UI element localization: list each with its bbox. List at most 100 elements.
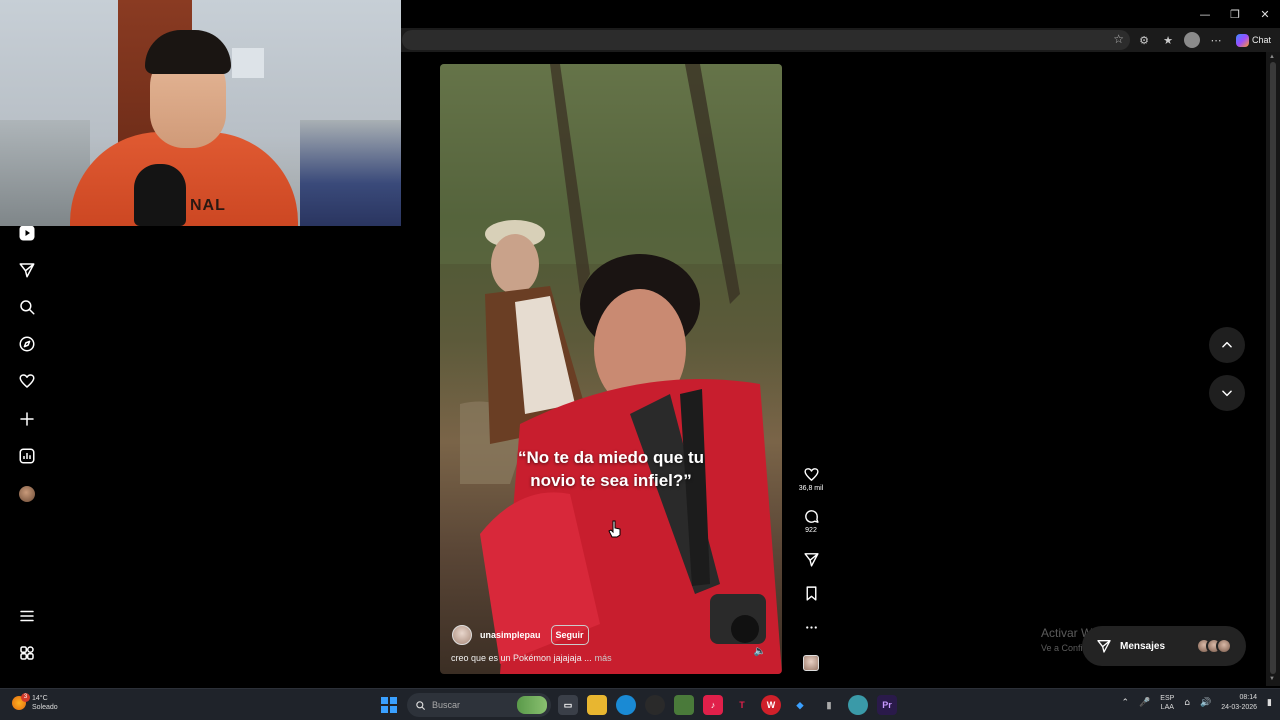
nav-messages[interactable] — [17, 260, 37, 280]
webcam-shirt-text: NAL — [190, 197, 226, 214]
restore-button[interactable]: ❐ — [1220, 0, 1250, 28]
taskbar-apps: ▭ ♪ T W ◆ ▮ Pr — [558, 695, 897, 715]
network-icon[interactable]: ⌂ — [1184, 698, 1190, 708]
chevron-down-icon — [1222, 390, 1232, 397]
reel-more-link[interactable]: más — [595, 653, 612, 663]
more-options-icon[interactable]: ⋯ — [1208, 32, 1224, 48]
minecraft-icon[interactable] — [674, 695, 694, 715]
create-plus-icon — [20, 412, 34, 426]
message-avatars — [1196, 638, 1232, 654]
browser-app-icon[interactable] — [848, 695, 868, 715]
also-from-meta-icon — [20, 646, 34, 660]
microphone-icon[interactable]: 🎤 — [1139, 698, 1150, 708]
copilot-chat-button[interactable]: Chat — [1236, 33, 1271, 47]
comment-count: 922 — [805, 527, 817, 534]
nav-notifications[interactable] — [17, 371, 37, 391]
nav-create[interactable] — [17, 409, 37, 429]
nav-explore[interactable] — [17, 334, 37, 354]
heart-icon — [19, 374, 35, 388]
clock-time: 08:14 — [1239, 694, 1258, 701]
weather-sun-icon: 3 — [12, 693, 30, 710]
task-view-icon[interactable]: ▭ — [558, 695, 578, 715]
page-scrollbar[interactable]: ▲ ▼ — [1266, 52, 1280, 686]
reel-author-username[interactable]: unasimplepau — [480, 630, 541, 640]
clock[interactable]: 08:14 24-03-2026 — [1221, 693, 1257, 713]
reel-author-avatar[interactable] — [452, 625, 472, 645]
obs-icon[interactable] — [645, 695, 665, 715]
extensions-icon[interactable]: ⚙ — [1136, 32, 1152, 48]
scroll-thumb[interactable] — [1270, 62, 1276, 674]
taskbar-search-placeholder: Buscar — [432, 700, 461, 710]
heart-icon — [803, 468, 819, 481]
reel-author: unasimplepau Seguir — [452, 625, 589, 645]
file-explorer-icon[interactable] — [587, 695, 607, 715]
reel-video-frame — [440, 64, 782, 674]
menu-icon — [20, 610, 34, 622]
webcam-microphone — [134, 164, 186, 226]
reel-video[interactable]: “No te da miedo que tu novio te sea infi… — [440, 64, 782, 674]
reel-description-text: creo que es un Pokémon jajajaja ... — [451, 653, 592, 663]
favorite-star-icon[interactable]: ☆ — [1113, 32, 1124, 46]
minimize-button[interactable]: — — [1190, 0, 1220, 28]
taskbar-search[interactable]: Buscar — [407, 693, 551, 717]
chevron-up-icon — [1222, 341, 1232, 348]
browser-profile-avatar[interactable] — [1184, 32, 1200, 48]
reel-caption-line-2: novio te sea infiel?” — [530, 471, 692, 490]
previous-reel-button[interactable] — [1209, 327, 1245, 363]
reel-caption-line-1: “No te da miedo que tu — [517, 448, 705, 467]
hand-cursor-icon — [608, 520, 621, 538]
premiere-pro-icon[interactable]: Pr — [877, 695, 897, 715]
weather-widget[interactable]: 3 14°C Soleado — [12, 693, 58, 712]
webcam-background-poster — [232, 48, 264, 78]
edge-browser-icon[interactable] — [616, 695, 636, 715]
start-button[interactable] — [381, 697, 397, 713]
next-reel-button[interactable] — [1209, 375, 1245, 411]
audio-thumbnail — [803, 655, 819, 671]
wps-icon[interactable]: W — [761, 695, 781, 715]
favorites-icon[interactable]: ★ — [1160, 32, 1176, 48]
clock-date: 24-03-2026 — [1221, 704, 1258, 711]
nav-dashboard[interactable] — [17, 446, 37, 466]
tiktok-icon[interactable]: ♪ — [703, 695, 723, 715]
nav-more-menu[interactable] — [17, 606, 37, 626]
save-action[interactable] — [796, 585, 826, 602]
windows-taskbar: 3 14°C Soleado Buscar ▭ ♪ T W ◆ ▮ Pr ⌃ 🎤… — [0, 688, 1280, 720]
explore-icon — [19, 336, 35, 352]
copilot-icon — [1236, 33, 1249, 47]
typora-icon[interactable]: T — [732, 695, 752, 715]
share-action[interactable] — [796, 551, 826, 568]
notifications-icon[interactable]: ▮ — [1267, 698, 1272, 708]
webcam-background-bed — [300, 120, 401, 226]
keyboard-layout: LAA — [1160, 704, 1174, 711]
show-hidden-icons-chevron-icon[interactable]: ⌃ — [1122, 698, 1130, 708]
more-action[interactable] — [796, 619, 826, 636]
nav-reels[interactable] — [17, 223, 37, 243]
reel-caption: “No te da miedo que tu novio te sea infi… — [460, 446, 762, 492]
like-action[interactable]: 36,8 mil — [796, 466, 826, 492]
comment-action[interactable]: 922 — [796, 508, 826, 534]
search-icon — [20, 300, 35, 315]
mouse-app-icon[interactable]: ▮ — [819, 695, 839, 715]
address-bar[interactable]: ☆ — [402, 30, 1130, 50]
language-indicator[interactable]: ESP LAA — [1160, 694, 1174, 712]
webcam-overlay: NAL — [0, 0, 401, 226]
mute-audio-icon[interactable]: 🔈 — [752, 646, 768, 662]
toolbar-icons: ⚙ ★ ⋯ Chat — [1136, 31, 1271, 49]
more-dots-icon — [805, 626, 817, 629]
network-app-icon[interactable]: ◆ — [790, 695, 810, 715]
follow-button[interactable]: Seguir — [550, 625, 589, 645]
profile-avatar — [19, 486, 35, 502]
volume-icon[interactable]: 🔊 — [1200, 698, 1211, 708]
audio-thumbnail-action[interactable] — [796, 655, 826, 671]
nav-search[interactable] — [17, 297, 37, 317]
scroll-up-arrow-icon[interactable]: ▲ — [1269, 54, 1275, 60]
weather-condition: Soleado — [32, 704, 58, 711]
messages-button[interactable]: Mensajes — [1082, 626, 1246, 666]
system-tray: ⌃ 🎤 ESP LAA ⌂ 🔊 08:14 24-03-2026 ▮ — [1122, 693, 1272, 713]
nav-profile[interactable] — [17, 484, 37, 504]
window-controls: — ❐ ✕ — [1190, 0, 1280, 28]
nav-also-from-meta[interactable] — [17, 643, 37, 663]
close-button[interactable]: ✕ — [1250, 0, 1280, 28]
search-icon — [416, 700, 426, 710]
scroll-down-arrow-icon[interactable]: ▼ — [1269, 676, 1275, 682]
